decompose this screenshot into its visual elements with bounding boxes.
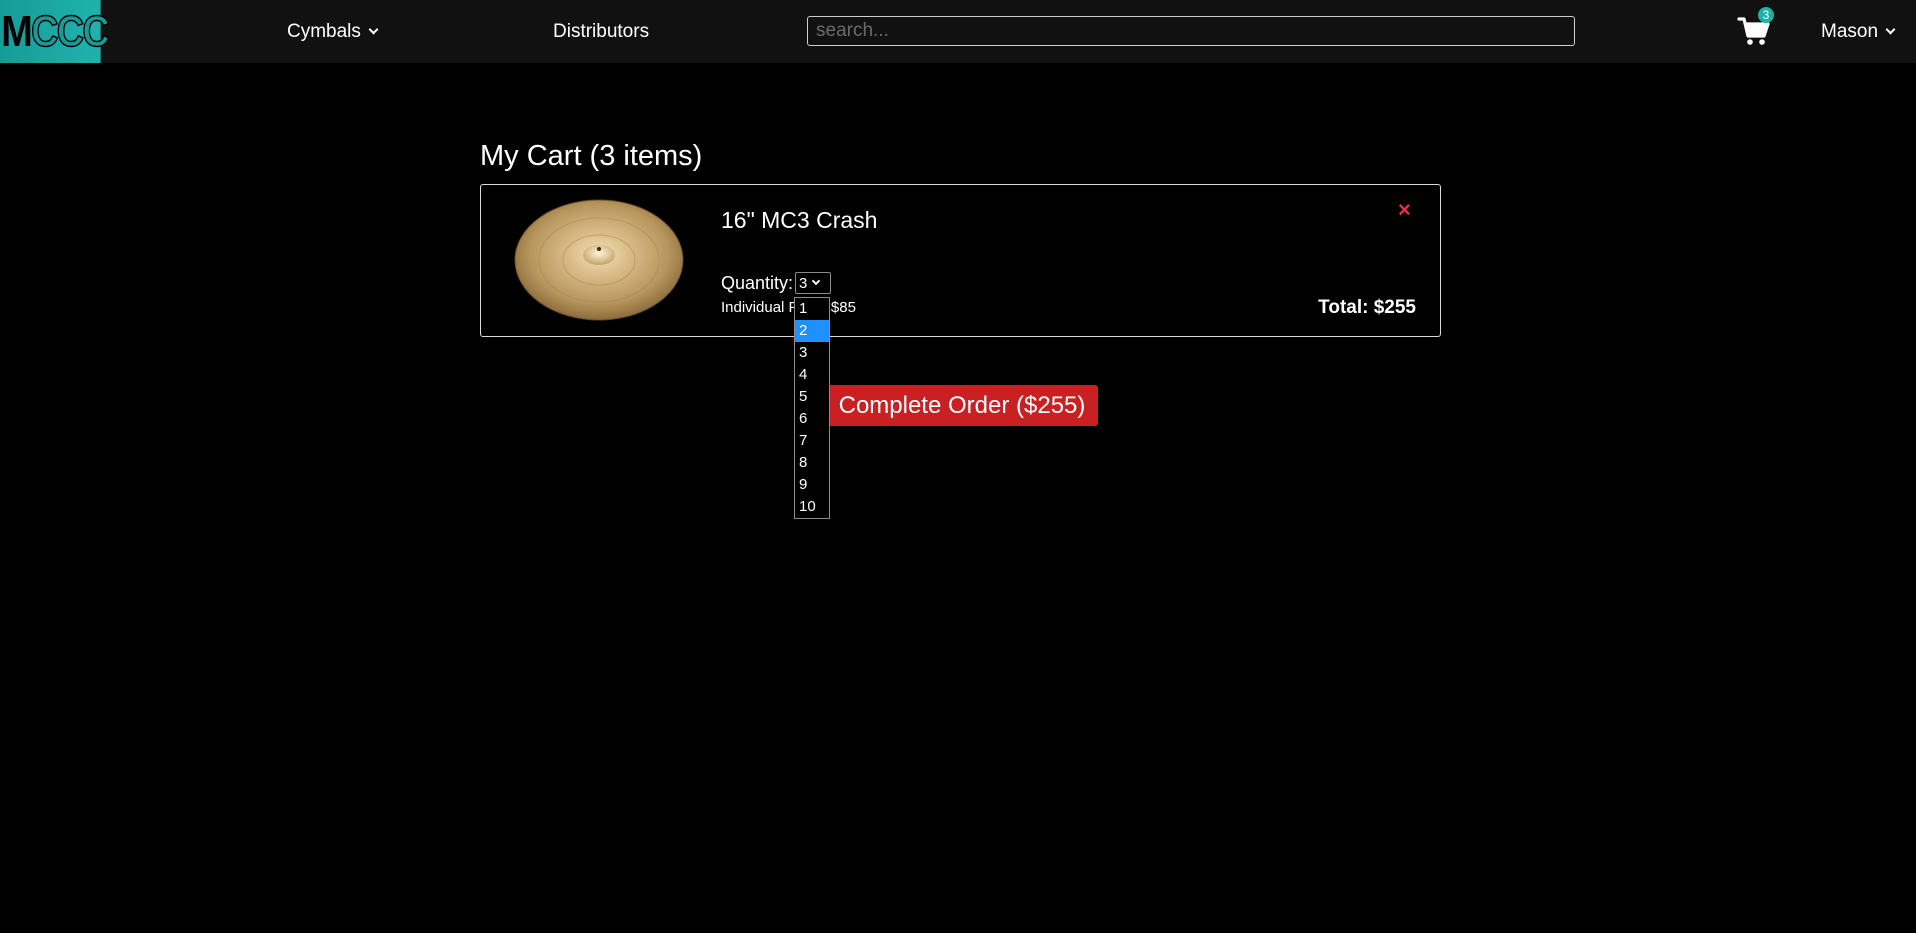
product-name[interactable]: 16" MC3 Crash xyxy=(721,207,877,234)
individual-price: Individual Price: $85 xyxy=(721,299,856,316)
page-title: My Cart (3 items) xyxy=(480,140,703,172)
quantity-option[interactable]: 9 xyxy=(795,474,829,496)
quantity-option[interactable]: 6 xyxy=(795,408,829,430)
search-input[interactable] xyxy=(807,16,1575,46)
quantity-option[interactable]: 4 xyxy=(795,364,829,386)
user-name-label: Mason xyxy=(1821,20,1879,42)
chevron-down-icon xyxy=(368,24,379,34)
top-navbar: MCCC Cymbals Distributors 3 Mason xyxy=(0,0,1916,63)
quantity-label: Quantity: xyxy=(721,273,794,293)
quantity-option[interactable]: 8 xyxy=(795,452,829,474)
quantity-select[interactable]: 3 xyxy=(795,272,831,294)
quantity-option[interactable]: 3 xyxy=(795,342,829,364)
item-total: Total: $255 xyxy=(1318,297,1416,318)
quantity-option[interactable]: 2 xyxy=(795,320,829,342)
quantity-option[interactable]: 10 xyxy=(795,496,829,518)
quantity-value: 3 xyxy=(799,274,808,292)
quantity-option[interactable]: 1 xyxy=(795,298,829,320)
cart-count-badge: 3 xyxy=(1758,7,1774,23)
logo-letter-m: M xyxy=(1,6,33,56)
brand-logo[interactable]: M CCC xyxy=(0,0,110,63)
nav-cymbals-label: Cymbals xyxy=(287,20,361,42)
nav-cymbals-dropdown[interactable]: Cymbals xyxy=(287,0,379,63)
individual-price-value: $85 xyxy=(830,299,856,316)
cart-item-card: 16" MC3 Crash Quantity: 3 Individual Pri… xyxy=(480,184,1441,337)
quantity-option[interactable]: 5 xyxy=(795,386,829,408)
user-menu-dropdown[interactable]: Mason xyxy=(1821,0,1896,63)
complete-order-button[interactable]: Complete Order ($255) xyxy=(826,385,1098,426)
logo-letters-ccc: CCC xyxy=(30,6,110,56)
cymbal-product-image[interactable] xyxy=(513,199,685,321)
quantity-dropdown-list: 1 2 3 4 5 6 7 8 9 10 xyxy=(794,297,830,519)
chevron-down-icon xyxy=(812,276,821,286)
quantity-option[interactable]: 7 xyxy=(795,430,829,452)
nav-distributors-link[interactable]: Distributors xyxy=(553,0,649,63)
nav-distributors-label: Distributors xyxy=(553,20,650,42)
chevron-down-icon xyxy=(1885,24,1896,34)
remove-item-button[interactable]: × xyxy=(1398,199,1411,221)
